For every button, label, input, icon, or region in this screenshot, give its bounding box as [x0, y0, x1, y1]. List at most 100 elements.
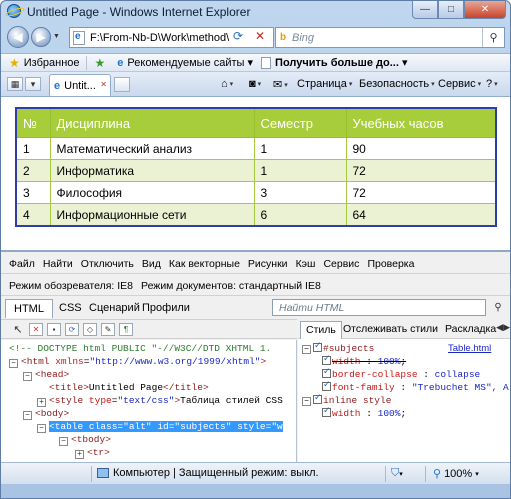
collapse-icon[interactable]: −	[9, 359, 18, 368]
tree-node-tr[interactable]: + <tr>	[75, 447, 110, 459]
get-more-addons-link[interactable]: Получить больше до... ▾	[261, 56, 407, 69]
column-header: Дисциплина	[49, 107, 255, 138]
tabs-scroll-arrows[interactable]: ◀▶	[496, 322, 510, 333]
mail-button[interactable]: ✉ ▾	[273, 78, 288, 91]
find-html-input[interactable]: Найти HTML	[272, 299, 486, 316]
collapse-icon[interactable]: −	[23, 372, 32, 381]
zoom-level[interactable]: ⚲ 100% ▾	[433, 467, 479, 481]
property-checkbox[interactable]	[322, 354, 331, 365]
tab-html[interactable]: HTML	[5, 299, 53, 318]
property-checkbox[interactable]	[322, 367, 331, 378]
tree-node-title[interactable]: <title>Untitled Page</title>	[49, 382, 209, 394]
close-tab-icon[interactable]: ✕	[100, 80, 107, 89]
expand-icon[interactable]: +	[75, 450, 84, 459]
dom-icon[interactable]: ◇	[83, 322, 97, 336]
tab-label: Untit...	[64, 79, 96, 92]
tree-node-table[interactable]: − <table class="alt" id="subjects" style=…	[37, 421, 283, 433]
word-wrap-icon[interactable]: ¶	[119, 322, 133, 336]
help-button[interactable]: ? ▾	[486, 78, 498, 90]
service-menu[interactable]: Сервис ▾	[438, 78, 481, 90]
maximize-button[interactable]: □	[438, 1, 464, 19]
select-element-icon[interactable]: ↖	[11, 323, 25, 336]
title-bar: Untitled Page - Windows Internet Explore…	[1, 1, 510, 23]
tree-node-tbody[interactable]: − <tbody>	[59, 434, 111, 446]
page-menu-label: Страница	[297, 78, 347, 90]
quick-tabs-icon[interactable]: ▦	[7, 77, 23, 91]
minimize-button[interactable]: —	[412, 1, 438, 19]
tree-node-style[interactable]: + <style type="text/css">Таблица стилей C…	[37, 395, 283, 407]
back-button[interactable]: ◀	[7, 26, 29, 48]
tab-trace-styles[interactable]: Отслеживать стили	[338, 321, 443, 339]
rule-checkbox[interactable]	[313, 393, 322, 404]
stop-icon[interactable]: ✕	[255, 29, 265, 43]
table-cell: Философия	[49, 181, 255, 204]
search-icon[interactable]: ⚲	[482, 28, 504, 47]
dom-tree: <!-- DOCTYPE html PUBLIC "-//W3C//DTD XH…	[1, 340, 297, 464]
property-checkbox[interactable]	[322, 380, 331, 391]
tree-node-doctype[interactable]: <!-- DOCTYPE html PUBLIC "-//W3C//DTD XH…	[9, 343, 271, 355]
forward-button[interactable]: ▶	[31, 27, 51, 47]
rule-checkbox[interactable]	[313, 341, 322, 352]
menu-images[interactable]: Рисунки	[248, 258, 288, 270]
collapse-icon[interactable]: −	[23, 411, 32, 420]
clear-icon[interactable]: ✕	[29, 322, 43, 336]
tab-style[interactable]: Стиль	[300, 321, 342, 339]
suggested-sites-label: Рекомендуемые сайты ▾	[127, 57, 254, 69]
style-pane: Стиль Отслеживать стили Раскладка ◀▶ −#s…	[298, 319, 510, 464]
document-mode-selector[interactable]: Режим документов: стандартный IE8	[141, 280, 321, 292]
browser-mode-selector[interactable]: Режим обозревателя: IE8	[9, 280, 133, 292]
favorites-label: Избранное	[23, 56, 80, 69]
search-box[interactable]: b Bing ⚲	[275, 27, 505, 48]
menu-validate[interactable]: Проверка	[367, 258, 414, 270]
collapse-icon[interactable]: −	[37, 424, 46, 433]
table-cell: 72	[345, 181, 497, 204]
suggested-sites-link[interactable]: e Рекомендуемые сайты ▾	[117, 56, 254, 70]
favorites-button[interactable]: ★ Избранное	[9, 56, 80, 70]
tab-untitled[interactable]: e Untit... ✕	[49, 74, 111, 96]
collapse-icon[interactable]: −	[59, 437, 68, 446]
bing-icon: b	[280, 32, 287, 43]
protected-mode-icon-group[interactable]: ⛉ ▾	[391, 467, 403, 480]
refresh-icon[interactable]: ⟳	[233, 29, 243, 43]
save-icon[interactable]: ▪	[47, 322, 61, 336]
tree-node-html[interactable]: − <html xmlns="http://www.w3.org/1999/xht…	[9, 356, 266, 368]
refresh-icon[interactable]: ⟳	[65, 322, 79, 336]
search-icon[interactable]: ⚲	[489, 299, 507, 316]
property-checkbox[interactable]	[322, 406, 331, 417]
menu-file[interactable]: Файл	[9, 258, 35, 270]
page-menu[interactable]: Страница ▾	[297, 78, 352, 90]
expand-icon[interactable]: +	[37, 398, 46, 407]
tree-node-body[interactable]: − <body>	[23, 408, 69, 420]
tree-node-head[interactable]: − <head>	[23, 369, 69, 381]
page-content: № Дисциплина Семестр Учебных часов 1 Мат…	[1, 97, 510, 250]
tab-layout[interactable]: Раскладка	[440, 321, 501, 339]
address-bar[interactable]: F:\From-Nb-D\Work\method\	[69, 27, 274, 48]
new-tab-button[interactable]	[114, 77, 130, 92]
add-favorite-button[interactable]: ★	[95, 56, 110, 70]
table-row: 1 Математический анализ 1 90	[15, 137, 497, 160]
table-cell: 3	[253, 181, 347, 204]
feeds-button[interactable]: ◙ ▾	[249, 78, 261, 90]
property-name: width	[332, 408, 361, 419]
menu-view[interactable]: Вид	[142, 258, 161, 270]
menu-tools[interactable]: Сервис	[323, 258, 359, 270]
style-text: Таблица стилей CSS	[180, 395, 283, 406]
edit-icon[interactable]: ✎	[101, 322, 115, 336]
property-value: 100%	[377, 408, 401, 419]
security-menu[interactable]: Безопасность ▾	[359, 78, 435, 90]
security-zone[interactable]: Компьютер | Защищенный режим: выкл.	[97, 467, 319, 479]
table-row: 2 Информатика 1 72	[15, 159, 497, 182]
menu-cache[interactable]: Кэш	[296, 258, 316, 270]
menu-outline[interactable]: Как векторные	[169, 258, 240, 270]
column-header: Семестр	[253, 107, 347, 138]
menu-find[interactable]: Найти	[43, 258, 73, 270]
menu-disable[interactable]: Отключить	[81, 258, 134, 270]
home-button[interactable]: ⌂ ▾	[221, 78, 233, 90]
close-button[interactable]: ✕	[464, 1, 506, 19]
recent-pages-dropdown[interactable]: ▼	[53, 33, 60, 40]
tab-list-icon[interactable]: ▾	[25, 77, 41, 91]
stylesheet-link[interactable]: Table.html	[448, 343, 491, 355]
tag-head: <head>	[35, 369, 70, 380]
tab-profiler[interactable]: Профили	[134, 299, 198, 318]
tag-title-close: </title>	[163, 382, 209, 393]
